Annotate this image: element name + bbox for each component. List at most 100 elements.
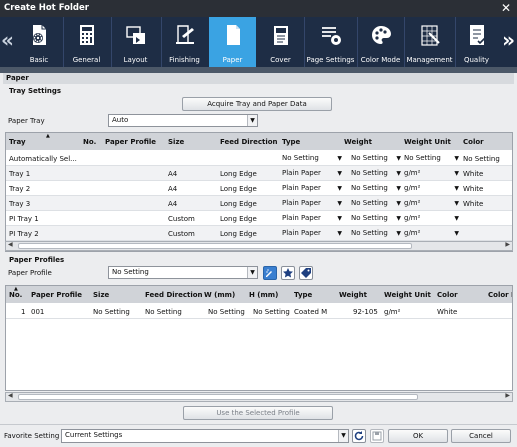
star-icon xyxy=(283,268,293,278)
column-header[interactable]: Size xyxy=(168,138,184,146)
table-row[interactable]: Tray 2 A4 Long Edge Plain Paper ▼ No Sett… xyxy=(6,181,512,196)
tab-label: Layout xyxy=(123,56,148,64)
unit-dropdown[interactable]: g/m² ▼ xyxy=(404,183,459,194)
weight-dropdown[interactable]: No Setting ▼ xyxy=(351,198,401,209)
weight-dropdown[interactable]: No Setting ▼ xyxy=(351,168,401,179)
column-header[interactable]: Paper Profile xyxy=(31,291,82,299)
tab-general[interactable]: General xyxy=(63,17,109,67)
tab-finishing[interactable]: Finishing xyxy=(161,17,207,67)
cancel-button[interactable]: Cancel xyxy=(451,429,511,443)
tab-management[interactable]: Management xyxy=(404,17,454,67)
favorite-profile-button[interactable] xyxy=(281,266,295,280)
close-icon[interactable]: ✕ xyxy=(501,1,511,15)
column-header[interactable]: Weight Unit xyxy=(404,138,451,146)
tray-table-header: ▲ Tray No. Paper Profile Size Feed Direc… xyxy=(6,133,512,150)
paper-tray-select[interactable]: Auto ▼ xyxy=(108,114,258,127)
palette-icon xyxy=(371,26,391,44)
scroll-left-icon[interactable]: ◀ xyxy=(8,392,13,399)
tab-color-mode[interactable]: Color Mode xyxy=(357,17,403,67)
title-bar: Create Hot Folder ✕ xyxy=(0,0,517,17)
save-favorite-button[interactable] xyxy=(370,429,384,443)
scroll-left-icon[interactable]: « xyxy=(1,27,14,53)
scrollbar-thumb[interactable] xyxy=(18,394,418,400)
chevron-down-icon: ▼ xyxy=(396,215,401,222)
type-dropdown[interactable]: Plain Paper ▼ xyxy=(282,198,342,209)
profiles-table-scrollbar[interactable]: ◀ ▶ xyxy=(5,392,513,402)
paper-profile-select[interactable]: No Setting ▼ xyxy=(108,266,258,279)
acquire-tray-button[interactable]: Acquire Tray and Paper Data xyxy=(182,97,332,111)
column-header[interactable]: Weight xyxy=(344,138,372,146)
column-header[interactable]: No. xyxy=(9,291,22,299)
column-header[interactable]: Tray xyxy=(9,138,26,146)
column-header[interactable]: Weight xyxy=(339,291,367,299)
column-header[interactable]: Color xyxy=(463,138,484,146)
refresh-button[interactable] xyxy=(352,429,366,443)
quality-checklist-icon xyxy=(469,25,486,45)
column-header[interactable]: Feed Direction xyxy=(220,138,278,146)
weight-dropdown[interactable]: No Setting ▼ xyxy=(351,183,401,194)
scroll-right-icon[interactable]: ▶ xyxy=(505,241,510,248)
column-header[interactable]: Type xyxy=(294,291,312,299)
scrollbar-thumb[interactable] xyxy=(18,243,412,249)
edit-profile-button[interactable] xyxy=(263,266,277,280)
profile-cell: 001 xyxy=(31,308,45,316)
tab-paper[interactable]: Paper xyxy=(209,17,256,67)
paper-profiles-title: Paper Profiles xyxy=(9,256,65,264)
ok-button[interactable]: OK xyxy=(388,429,448,443)
tray-table-scrollbar[interactable]: ◀ ▶ xyxy=(5,241,513,251)
tab-cover[interactable]: Cover xyxy=(258,17,303,67)
sort-ascending-icon[interactable]: ▲ xyxy=(46,133,50,139)
unit-dropdown[interactable]: g/m² ▼ xyxy=(404,228,459,239)
use-selected-profile-button[interactable]: Use the Selected Profile xyxy=(183,406,333,420)
column-header[interactable]: H (mm) xyxy=(249,291,278,299)
type-dropdown[interactable]: Plain Paper ▼ xyxy=(282,228,342,239)
type-dropdown[interactable]: Plain Paper ▼ xyxy=(282,213,342,224)
column-header[interactable]: W (mm) xyxy=(204,291,235,299)
weight-dropdown[interactable]: No Setting ▼ xyxy=(351,213,401,224)
type-dropdown[interactable]: Plain Paper ▼ xyxy=(282,183,342,194)
column-header[interactable]: Color N xyxy=(488,291,512,299)
favorite-setting-select[interactable]: Current Settings ▼ xyxy=(61,429,349,443)
finishing-icon xyxy=(175,25,194,44)
tray-cell: Tray 2 xyxy=(9,185,31,193)
scroll-left-icon[interactable]: ◀ xyxy=(8,241,13,248)
tab-basic[interactable]: Basic xyxy=(18,17,60,67)
edit-icon xyxy=(266,269,272,277)
table-row[interactable]: PI Tray 2 Custom Long Edge Plain Paper ▼ … xyxy=(6,226,512,241)
tray-cell: Automatically Sel... xyxy=(9,155,77,163)
table-row[interactable]: Automatically Sel... No Setting ▼ No Sett… xyxy=(6,151,512,166)
unit-dropdown[interactable]: g/m² ▼ xyxy=(404,198,459,209)
unit-dropdown[interactable]: g/m² ▼ xyxy=(404,213,459,224)
tab-page-settings[interactable]: Page Settings xyxy=(304,17,356,67)
column-header[interactable]: No. xyxy=(83,138,96,146)
type-value: Plain Paper xyxy=(282,169,321,177)
column-header[interactable]: Size xyxy=(93,291,109,299)
column-header[interactable]: Weight Unit xyxy=(384,291,431,299)
column-header[interactable]: Color xyxy=(437,291,458,299)
weight-dropdown[interactable]: No Setting ▼ xyxy=(351,228,401,239)
tab-quality[interactable]: Quality xyxy=(455,17,497,67)
column-header[interactable]: Paper Profile xyxy=(105,138,156,146)
column-header[interactable]: Type xyxy=(282,138,300,146)
tag-profile-button[interactable] xyxy=(299,266,313,280)
table-row[interactable]: Tray 1 A4 Long Edge Plain Paper ▼ No Sett… xyxy=(6,166,512,181)
tray-cell: Tray 1 xyxy=(9,170,31,178)
type-dropdown[interactable]: Plain Paper ▼ xyxy=(282,168,342,179)
size-cell: A4 xyxy=(168,185,178,193)
table-row[interactable]: PI Tray 1 Custom Long Edge Plain Paper ▼ … xyxy=(6,211,512,226)
table-row[interactable]: Tray 3 A4 Long Edge Plain Paper ▼ No Sett… xyxy=(6,196,512,211)
table-row[interactable]: 1 001 No Setting No Setting No Setting N… xyxy=(6,304,512,319)
weight-dropdown[interactable]: No Setting ▼ xyxy=(351,153,401,164)
paper-profile-label: Paper Profile xyxy=(8,269,52,277)
chevron-down-icon: ▼ xyxy=(337,170,342,177)
paper-tray-value: Auto xyxy=(112,116,129,124)
type-dropdown[interactable]: No Setting ▼ xyxy=(282,153,342,164)
profiles-table: ▲ No. Paper Profile Size Feed Direction … xyxy=(5,285,513,391)
column-header[interactable]: Feed Direction xyxy=(145,291,203,299)
scroll-right-icon[interactable]: ▶ xyxy=(505,392,510,399)
scroll-right-icon[interactable]: » xyxy=(502,27,515,53)
page-settings-icon xyxy=(321,27,341,45)
unit-dropdown[interactable]: g/m² ▼ xyxy=(404,168,459,179)
unit-dropdown[interactable]: No Setting ▼ xyxy=(404,153,459,164)
tab-layout[interactable]: Layout xyxy=(111,17,159,67)
